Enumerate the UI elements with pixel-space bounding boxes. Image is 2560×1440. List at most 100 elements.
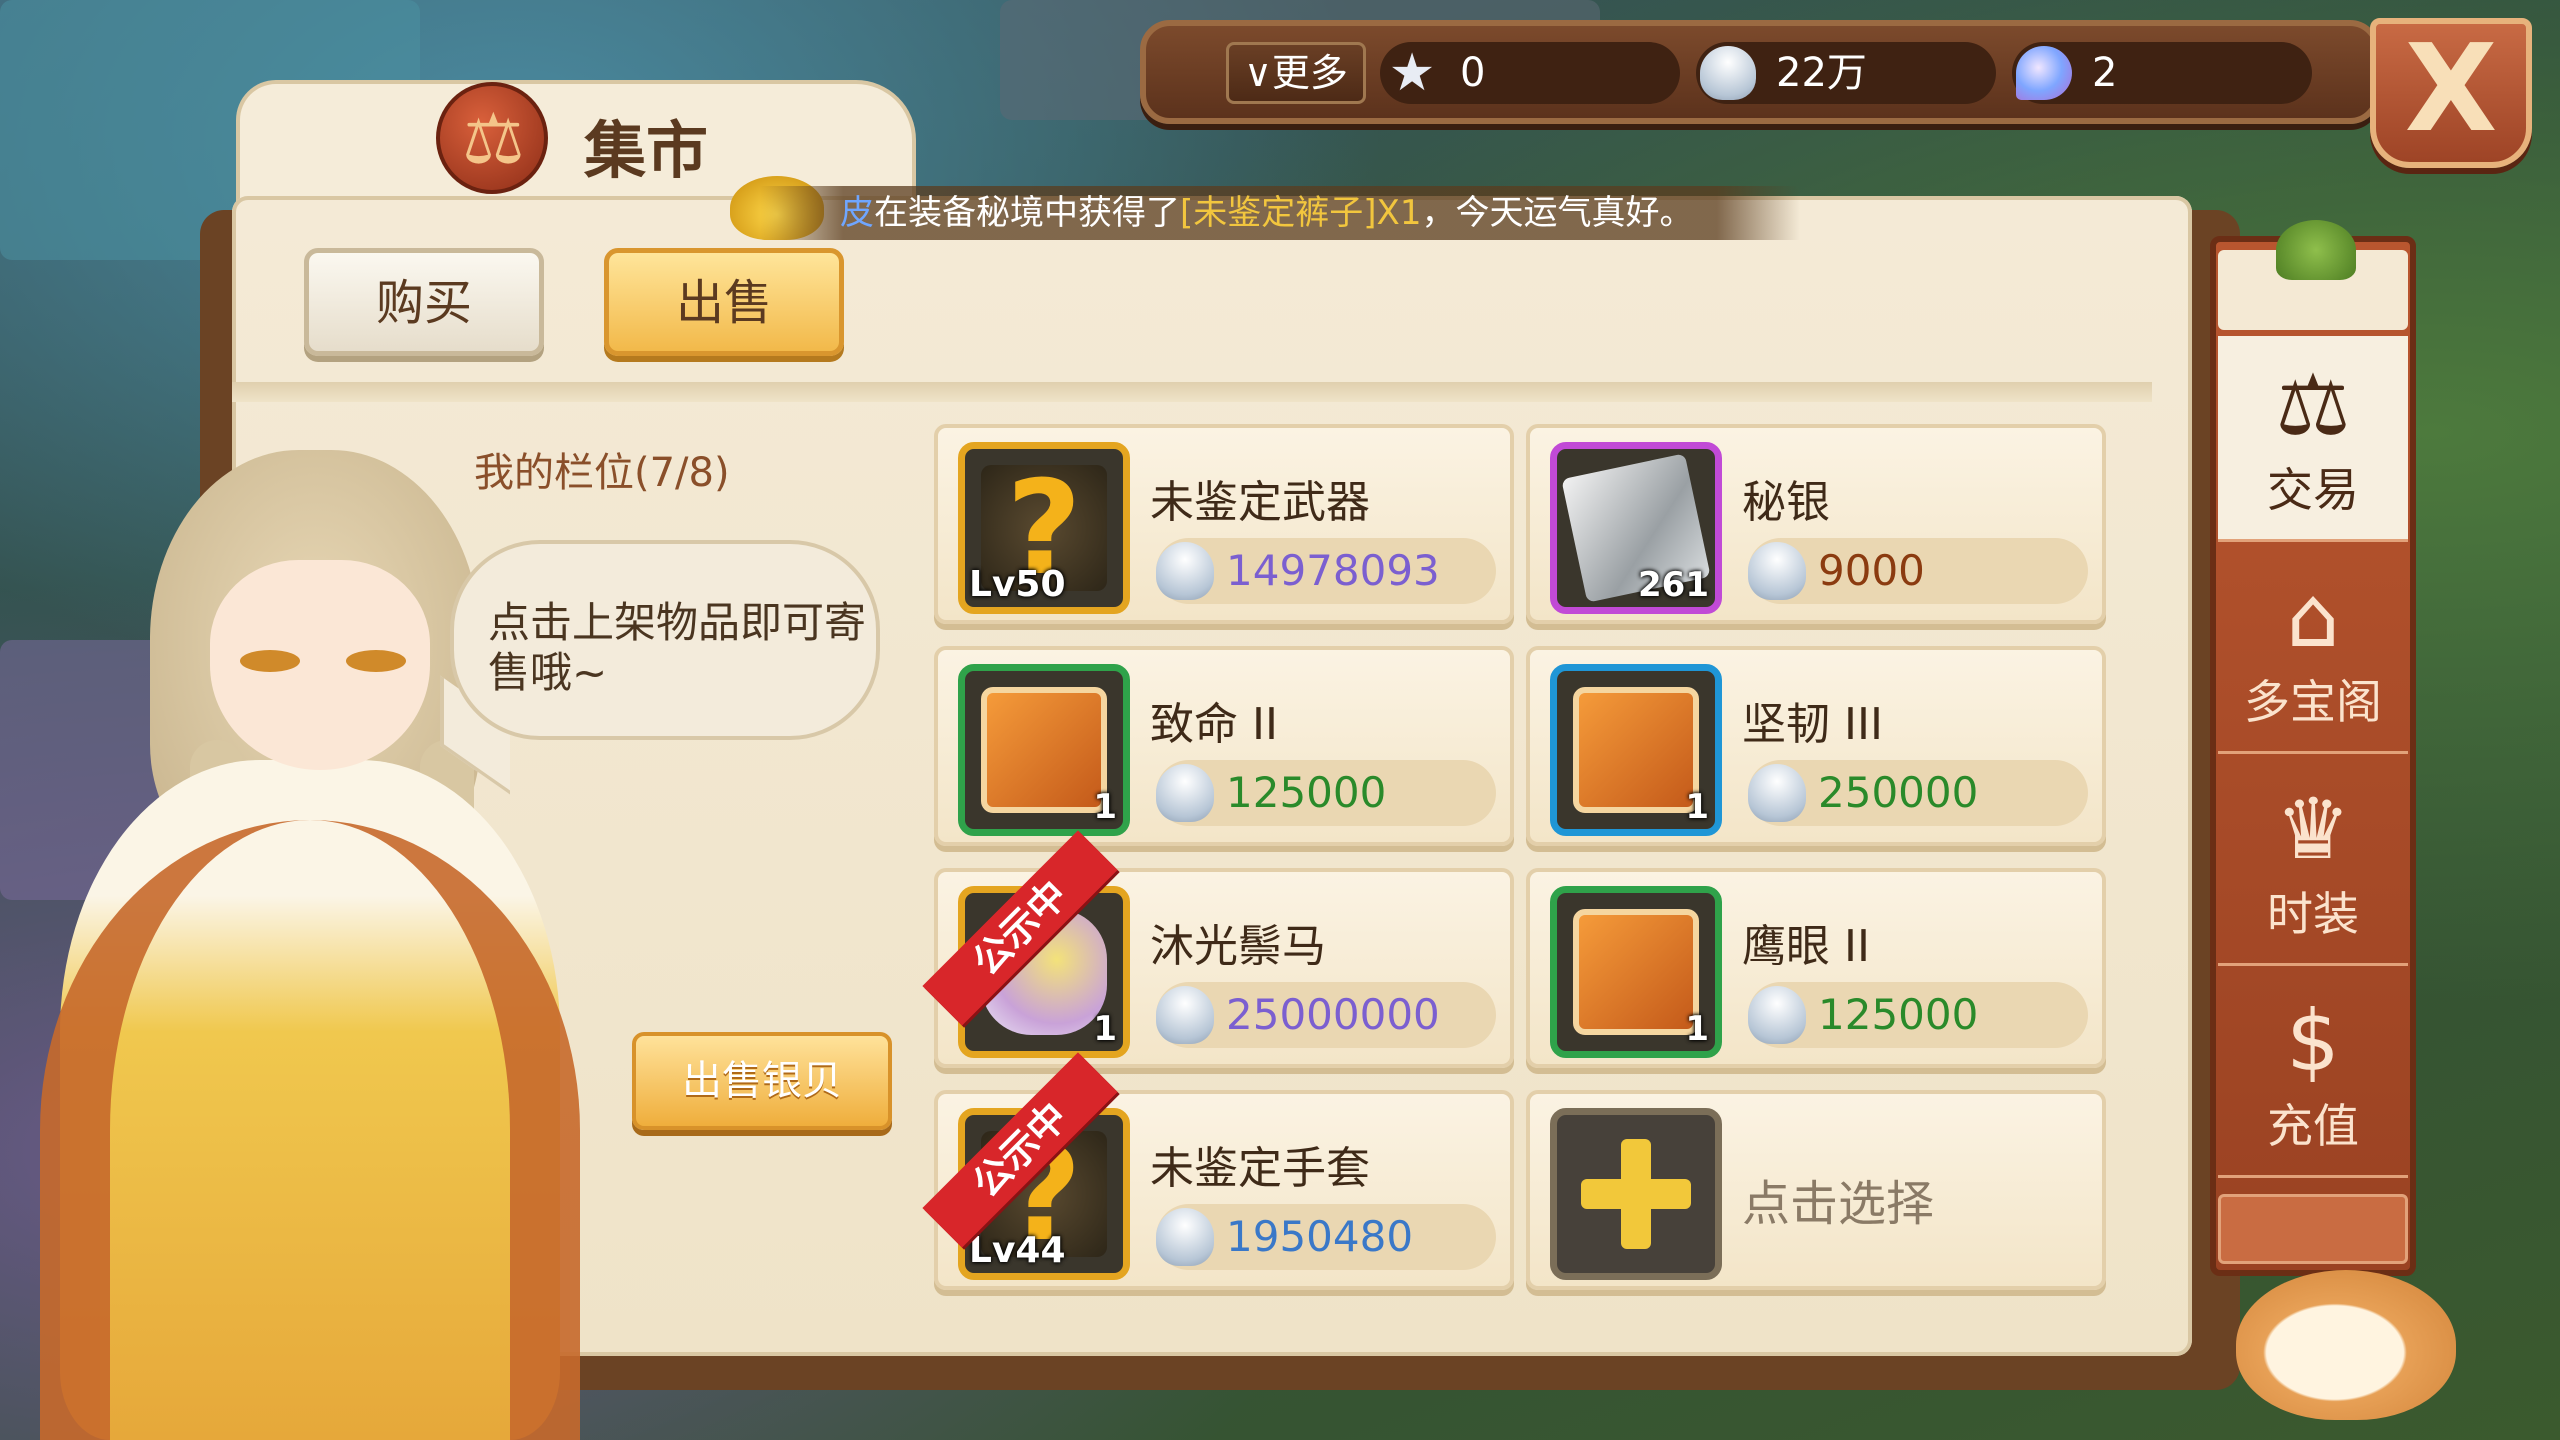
- empty-slot-label: 点击选择: [1742, 1176, 1935, 1232]
- gem-value: 2: [2092, 50, 2118, 96]
- item-slot: 1: [1550, 664, 1722, 836]
- currency-bar: ∨更多 ★ 0 22万 2: [1140, 20, 2380, 124]
- sidebar-item-label: 充值: [2267, 1099, 2359, 1153]
- item-name: 沐光鬃马: [1150, 921, 1326, 972]
- item-price: 9000: [1818, 546, 1925, 595]
- sidebar-item-label: 多宝阁: [2244, 675, 2382, 729]
- level-badge: Lv50: [969, 564, 1066, 605]
- item-name: 坚韧 III: [1742, 699, 1883, 750]
- sidebar-item-trade[interactable]: ⚖ 交易: [2218, 336, 2408, 542]
- star-value: 0: [1460, 50, 1486, 96]
- sidebar-item-fashion[interactable]: ♛ 时装: [2218, 760, 2408, 966]
- chevron-down-icon: ∨: [1244, 51, 1272, 95]
- star-icon: ★: [1388, 43, 1436, 103]
- item-count: 1: [1093, 1009, 1117, 1049]
- shell-icon: [1156, 1208, 1214, 1266]
- sidebar-item-treasure[interactable]: ⌂ 多宝阁: [2218, 548, 2408, 754]
- sell-silver-button[interactable]: 出售银贝: [632, 1032, 892, 1130]
- price-pill: 125000: [1156, 760, 1496, 826]
- scale-emblem-icon: ⚖: [436, 82, 548, 194]
- dollar-icon: $: [2286, 992, 2340, 1090]
- item-count: 1: [1685, 1009, 1709, 1049]
- close-button[interactable]: X: [2370, 18, 2532, 168]
- sidebar-bottom-cap: [2218, 1194, 2408, 1264]
- item-card[interactable]: 1 鹰眼 II 125000: [1526, 868, 2106, 1068]
- npc-eye: [240, 650, 300, 672]
- price-pill: 250000: [1748, 760, 2088, 826]
- sidebar-item-label: 交易: [2267, 463, 2359, 517]
- item-slot: 1: [1550, 886, 1722, 1058]
- shell-value: 22万: [1776, 50, 1867, 96]
- item-price: 14978093: [1226, 546, 1440, 595]
- item-price: 125000: [1226, 768, 1387, 817]
- item-price: 25000000: [1226, 990, 1440, 1039]
- item-slot: 261: [1550, 442, 1722, 614]
- leaf-ornament-icon: [2276, 220, 2356, 280]
- scale-icon: ⚖: [2275, 356, 2351, 454]
- item-card[interactable]: 1 坚韧 III 250000: [1526, 646, 2106, 846]
- divider: [232, 382, 2152, 402]
- banner-item: [未鉴定裤子]X1: [1180, 193, 1422, 233]
- shell-icon: [1156, 986, 1214, 1044]
- level-badge: Lv44: [969, 1230, 1066, 1271]
- broadcast-banner: 皮在装备秘境中获得了[未鉴定裤子]X1，今天运气真好。: [760, 186, 1800, 240]
- price-pill: 14978093: [1156, 538, 1496, 604]
- speech-bubble: 点击上架物品即可寄售哦~: [450, 540, 880, 740]
- slots-label: 我的栏位(7/8): [474, 450, 730, 496]
- skill-book-icon: [1573, 909, 1699, 1035]
- item-card[interactable]: ? Lv50 未鉴定武器 14978093: [934, 424, 1514, 624]
- item-slot: ? Lv50: [958, 442, 1130, 614]
- tab-sell[interactable]: 出售: [604, 248, 844, 356]
- shell-icon: [1700, 46, 1756, 100]
- shell-icon: [1156, 764, 1214, 822]
- shell-icon: [1748, 764, 1806, 822]
- item-name: 未鉴定手套: [1150, 1143, 1370, 1194]
- price-pill: 25000000: [1156, 982, 1496, 1048]
- close-icon: X: [2404, 20, 2498, 159]
- shell-icon: [1156, 542, 1214, 600]
- npc-eye: [346, 650, 406, 672]
- item-slot: 1: [958, 664, 1130, 836]
- banner-player-name: 皮: [840, 193, 874, 233]
- item-count: 1: [1685, 787, 1709, 827]
- item-count: 261: [1638, 565, 1709, 605]
- cat-mascot-icon: [2236, 1270, 2456, 1420]
- item-price: 1950480: [1226, 1212, 1414, 1261]
- empty-slot-card[interactable]: 点击选择: [1526, 1090, 2106, 1290]
- shell-currency: 22万: [1696, 42, 1996, 104]
- price-pill: 9000: [1748, 538, 2088, 604]
- skill-book-icon: [981, 687, 1107, 813]
- shell-icon: [1748, 986, 1806, 1044]
- item-name: 未鉴定武器: [1150, 477, 1370, 528]
- item-name: 鹰眼 II: [1742, 921, 1870, 972]
- sidebar-item-label: 时装: [2267, 887, 2359, 941]
- item-name: 致命 II: [1150, 699, 1278, 750]
- price-pill: 125000: [1748, 982, 2088, 1048]
- more-label: 更多: [1271, 51, 1348, 95]
- npc-apron: [40, 820, 580, 1440]
- item-card[interactable]: 1 致命 II 125000: [934, 646, 1514, 846]
- outfit-icon: ♛: [2275, 780, 2351, 878]
- more-button[interactable]: ∨更多: [1226, 42, 1366, 104]
- skill-book-icon: [1573, 687, 1699, 813]
- gem-icon: [2016, 46, 2072, 100]
- plus-icon: [1573, 1131, 1699, 1257]
- tab-buy[interactable]: 购买: [304, 248, 544, 356]
- shell-icon: [1748, 542, 1806, 600]
- item-count: 1: [1093, 787, 1117, 827]
- item-price: 125000: [1818, 990, 1979, 1039]
- item-name: 秘银: [1742, 477, 1830, 528]
- treasure-chest-icon: ⌂: [2286, 568, 2340, 666]
- item-slot: [1550, 1108, 1722, 1280]
- page-title: 集市: [584, 114, 709, 187]
- gem-currency: 2: [2012, 42, 2312, 104]
- item-price: 250000: [1818, 768, 1979, 817]
- item-card[interactable]: 261 秘银 9000: [1526, 424, 2106, 624]
- item-card[interactable]: 公示中 ? Lv44 未鉴定手套 1950480: [922, 1052, 1514, 1290]
- banner-text: 在装备秘境中获得了: [874, 193, 1180, 233]
- star-currency: ★ 0: [1380, 42, 1680, 104]
- banner-text-end: ，今天运气真好。: [1421, 193, 1694, 233]
- sidebar-item-recharge[interactable]: $ 充值: [2218, 972, 2408, 1178]
- price-pill: 1950480: [1156, 1204, 1496, 1270]
- item-card[interactable]: 公示中 1 沐光鬃马 25000000: [922, 830, 1514, 1068]
